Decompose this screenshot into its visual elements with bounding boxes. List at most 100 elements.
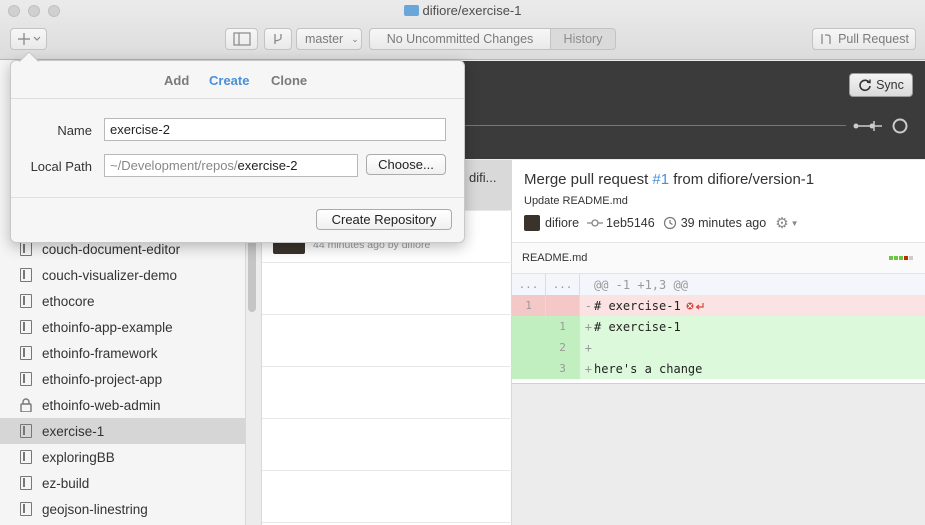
lock-icon — [20, 398, 32, 413]
history-item-empty — [262, 315, 512, 367]
hunk-range: @@ -1 +1,3 @@ — [594, 277, 688, 292]
choose-button-label: Choose... — [378, 157, 434, 172]
sidebar-item-repo[interactable]: geojson-linestring — [0, 496, 245, 522]
diff-file-name: README.md — [522, 252, 588, 264]
local-path-field[interactable]: ~/Development/repos/exercise-2 — [104, 154, 358, 177]
pull-request-label: Pull Request — [838, 32, 909, 46]
name-field-value: exercise-2 — [110, 122, 170, 137]
create-repository-button[interactable]: Create Repository — [316, 209, 452, 230]
sidebar-item-repo[interactable]: exercise-1 — [0, 418, 245, 444]
create-repo-popover: Add Create Clone Name exercise-2 Local P… — [10, 60, 465, 243]
toggle-sidebar-button[interactable] — [225, 28, 258, 50]
sidebar-item-repo[interactable]: ethocore — [0, 288, 245, 314]
repo-icon — [20, 268, 32, 282]
sidebar-item-label: ethoinfo-project-app — [42, 371, 163, 387]
popover-divider — [11, 197, 464, 198]
repo-icon — [20, 242, 32, 256]
sidebar-item-label: geojson-linestring — [42, 501, 148, 517]
sidebar-item-label: ethoinfo-web-admin — [42, 397, 161, 413]
chevron-down-icon[interactable]: ▼ — [791, 219, 799, 228]
commit-author: difiore — [545, 216, 580, 230]
diff-line-added: 2 + — [512, 337, 925, 358]
commit-sha[interactable]: 1eb5146 — [606, 216, 655, 230]
tab-add[interactable]: Add — [164, 73, 189, 88]
local-path-suffix: exercise-2 — [237, 158, 298, 173]
pull-request-link[interactable]: #1 — [652, 171, 669, 188]
commit-meta: difiore 1eb5146 39 minutes ago ⚙ ▼ — [524, 214, 799, 232]
author-avatar — [524, 215, 540, 231]
history-item-empty — [262, 471, 512, 523]
commit-title: Merge pull request #1 from difiore/versi… — [524, 171, 814, 188]
sync-label: Sync — [876, 78, 904, 92]
old-line-number — [512, 358, 546, 379]
add-repo-button[interactable] — [10, 28, 47, 50]
sidebar-item-label: exercise-1 — [42, 423, 105, 439]
repo-icon — [20, 450, 32, 464]
history-item-empty — [262, 419, 512, 471]
pull-request-button[interactable]: Pull Request — [812, 28, 916, 50]
sync-button[interactable]: Sync — [849, 73, 913, 97]
diff-sign: - — [584, 298, 592, 313]
diff-line-text: here's a change — [594, 361, 703, 376]
diff-sign: + — [584, 340, 592, 355]
diff-sign: + — [584, 319, 592, 334]
tab-create[interactable]: Create — [209, 73, 249, 88]
repo-icon — [20, 424, 32, 438]
sidebar-item-label: couch-document-editor — [42, 241, 181, 257]
history-item-empty — [262, 263, 512, 315]
new-line-number: 2 — [546, 337, 580, 358]
clock-icon — [663, 216, 676, 230]
repo-icon — [20, 320, 32, 334]
repo-icon — [20, 476, 32, 490]
commit-subtitle: Update README.md — [524, 195, 628, 207]
sidebar-item-repo[interactable]: ethoinfo-project-app — [0, 366, 245, 392]
history-tab[interactable]: History — [550, 28, 616, 50]
sidebar-item-repo[interactable]: exploringBB — [0, 444, 245, 470]
new-line-number: 1 — [546, 316, 580, 337]
diffstat-icon — [889, 256, 913, 260]
window-title-bar: difiore/exercise-1 — [0, 3, 925, 18]
diff-empty-area — [512, 383, 925, 525]
diff-line-added: 3 + here's a change — [512, 358, 925, 379]
branch-select[interactable]: master ⌄ — [296, 28, 362, 50]
sidebar-item-label: ethocore — [42, 293, 95, 309]
app-window: difiore/exercise-1 master ⌄ No Uncommitt… — [0, 0, 925, 525]
repo-icon — [20, 346, 32, 360]
sidebar-item-repo[interactable]: ez-build — [0, 470, 245, 496]
commit-title-text: Merge pull request — [524, 171, 653, 188]
choose-button[interactable]: Choose... — [366, 154, 446, 175]
diff-line-added: 1 + # exercise-1 — [512, 316, 925, 337]
repo-icon — [20, 294, 32, 308]
history-label: History — [563, 32, 603, 46]
sync-icon — [859, 79, 871, 92]
no-newline-icon — [686, 302, 704, 310]
timeline-branch-icon — [853, 118, 908, 134]
hunk-old-ellipsis: ... — [512, 274, 546, 295]
old-line-number: 1 — [512, 295, 546, 316]
history-item-empty — [262, 367, 512, 419]
history-item-truncated-text: difi... — [469, 170, 497, 185]
name-field[interactable]: exercise-2 — [104, 118, 446, 141]
hunk-new-ellipsis: ... — [546, 274, 580, 295]
branch-button[interactable] — [264, 28, 292, 50]
commit-icon — [587, 219, 604, 227]
local-path-label: Local Path — [30, 159, 92, 174]
repo-icon — [20, 372, 32, 386]
window-title: difiore/exercise-1 — [422, 3, 522, 18]
sidebar-item-repo[interactable]: ethoinfo-framework — [0, 340, 245, 366]
chevron-down-icon: ⌄ — [351, 33, 359, 44]
sidebar-item-repo[interactable]: ethoinfo-app-example — [0, 314, 245, 340]
plus-icon — [17, 33, 40, 45]
folder-icon — [403, 5, 419, 16]
diff-line-text: # exercise-1 — [594, 298, 681, 313]
tab-clone[interactable]: Clone — [271, 73, 307, 88]
diff-hunk-header: ... ... @@ -1 +1,3 @@ — [512, 274, 925, 295]
commit-time: 39 minutes ago — [680, 216, 767, 230]
uncommitted-changes-tab[interactable]: No Uncommitted Changes — [369, 28, 551, 50]
sidebar-item-repo[interactable]: ethoinfo-web-admin — [0, 392, 245, 418]
sidebar-item-repo[interactable]: couch-visualizer-demo — [0, 262, 245, 288]
name-label: Name — [57, 123, 92, 138]
old-line-number — [512, 316, 546, 337]
popover-arrow — [19, 52, 39, 62]
gear-icon[interactable]: ⚙ — [775, 214, 788, 232]
